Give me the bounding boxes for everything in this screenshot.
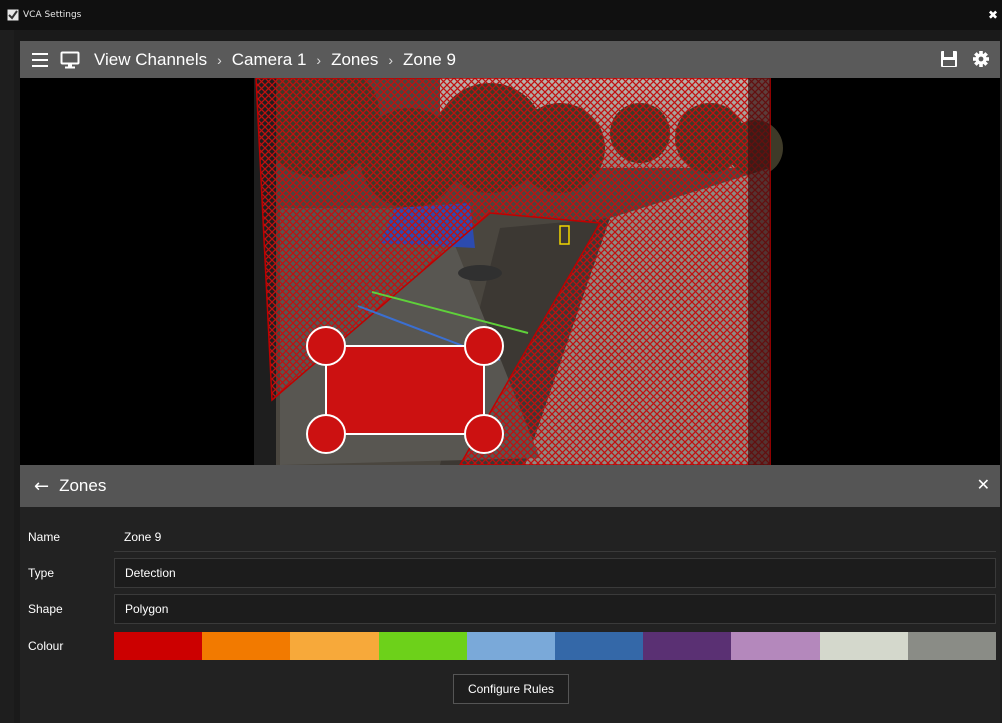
colour-swatch-light-blue[interactable] [466,632,556,660]
colour-label: Colour [28,639,64,653]
breadcrumb-view-channels[interactable]: View Channels [94,50,207,70]
breadcrumb-separator: › [217,51,222,68]
camera-feed[interactable] [20,78,1000,465]
name-field[interactable]: Zone 9 [114,522,996,552]
window-title: VCA Settings [23,10,82,20]
colour-swatch-green[interactable] [378,632,467,660]
name-label: Name [28,530,61,544]
camera-view[interactable] [20,78,1000,465]
window-close-button[interactable]: ✖ [988,8,998,22]
colour-swatch-purple[interactable] [643,632,732,660]
gear-icon[interactable] [972,50,990,68]
colour-swatch-grey[interactable] [907,632,997,660]
zones-header: ← Zones ✕ [20,465,1000,507]
breadcrumb-zones[interactable]: Zones [331,50,378,70]
zones-title: Zones [59,476,107,495]
app-icon [7,9,19,21]
breadcrumb-zone-9: Zone 9 [403,49,456,69]
colour-swatch-light-orange[interactable] [290,632,379,660]
breadcrumb-camera-1[interactable]: Camera 1 [232,50,307,70]
type-row: Type Detection [20,557,1000,589]
colour-swatch-light-grey[interactable] [819,632,908,660]
configure-rules-button[interactable]: Configure Rules [453,674,569,704]
breadcrumb-header: View Channels › Camera 1 › Zones › Zone … [20,41,1000,78]
breadcrumb: View Channels › Camera 1 › Zones › Zone … [94,50,456,70]
zones-close-icon[interactable]: ✕ [977,475,990,494]
breadcrumb-separator: › [316,51,322,68]
colour-swatch-red[interactable] [114,632,203,660]
shape-label: Shape [28,602,63,616]
colour-swatch-mauve[interactable] [731,632,820,660]
colour-swatch-orange[interactable] [202,632,291,660]
window-titlebar: VCA Settings ✖ [0,0,1002,30]
monitor-icon[interactable] [60,51,80,69]
save-icon[interactable] [940,50,958,68]
zone-properties-panel: Name Zone 9 Type Detection Shape Polygon… [20,507,1000,723]
shape-row: Shape Polygon [20,593,1000,625]
type-label: Type [28,566,55,580]
menu-icon[interactable] [32,52,48,67]
name-row: Name Zone 9 [20,521,1000,553]
colour-palette [114,632,997,660]
shape-select[interactable]: Polygon [114,594,996,624]
colour-swatch-blue[interactable] [555,632,644,660]
breadcrumb-separator: › [388,51,393,68]
back-arrow-icon[interactable]: ← [34,476,49,497]
type-select[interactable]: Detection [114,558,996,588]
